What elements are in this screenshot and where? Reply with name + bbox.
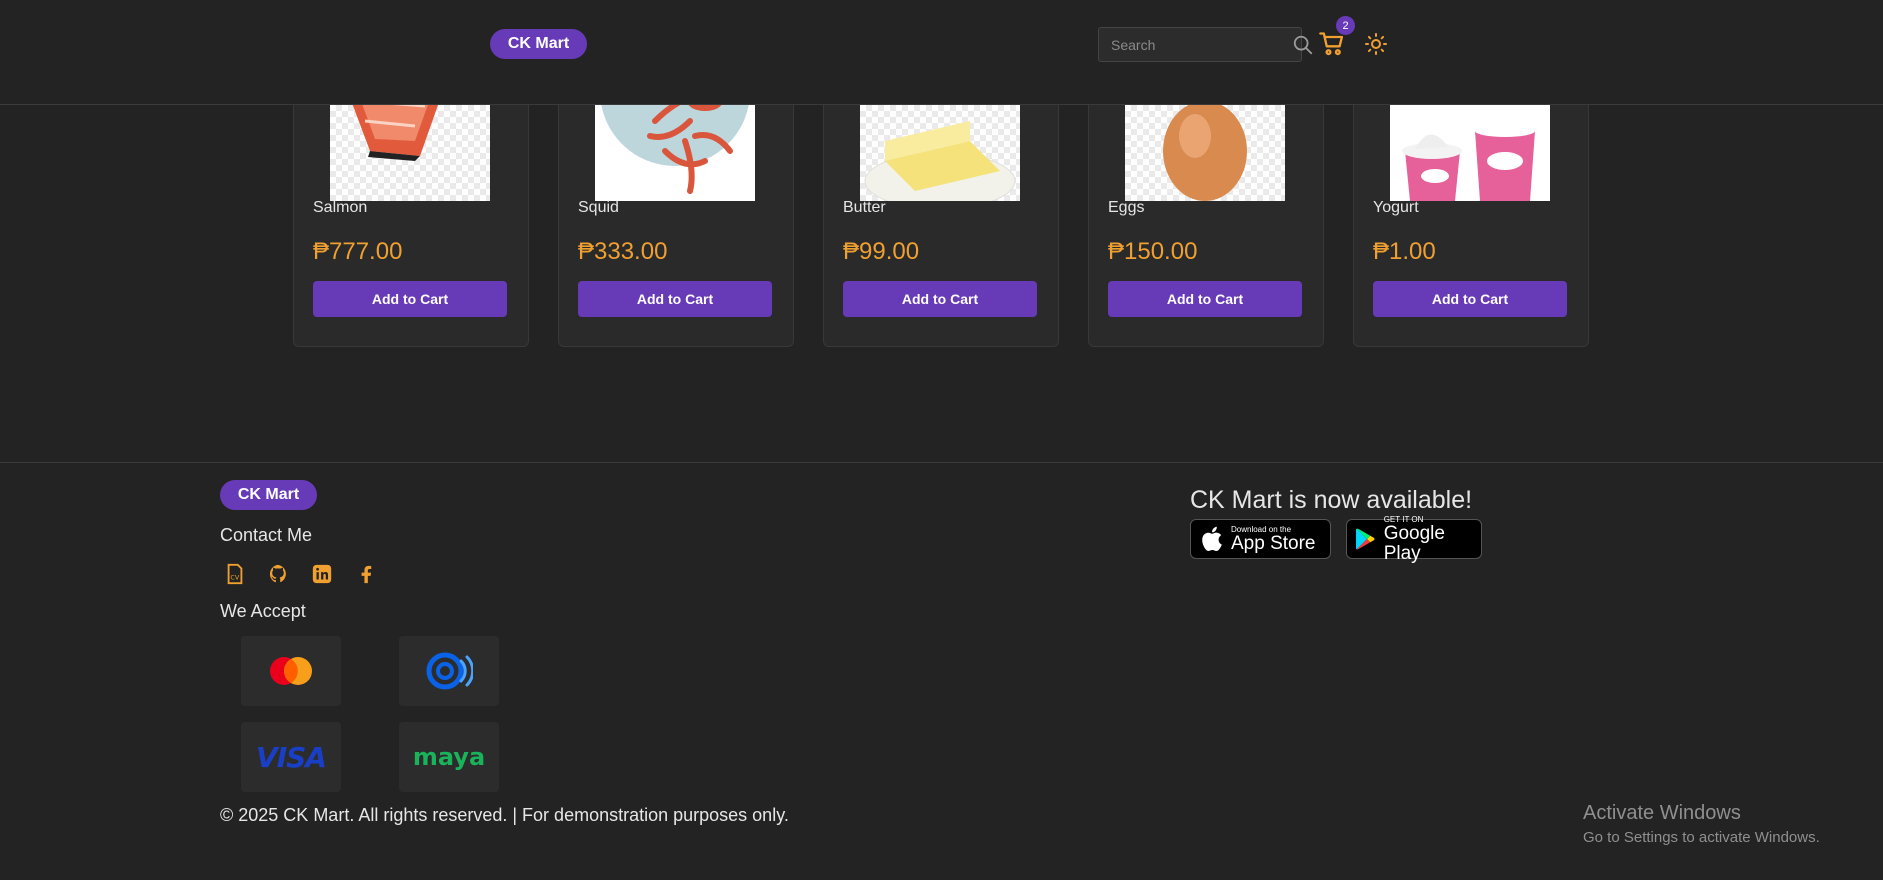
we-accept-heading: We Accept <box>220 601 306 621</box>
add-to-cart-button[interactable]: Add to Cart <box>843 281 1037 317</box>
search-icon[interactable] <box>1292 33 1314 57</box>
copyright-text: © 2025 CK Mart. All rights reserved. | F… <box>220 805 789 825</box>
svg-text:CV: CV <box>230 574 239 582</box>
maya-logo: maya <box>399 722 499 792</box>
add-to-cart-button[interactable]: Add to Cart <box>1373 281 1567 317</box>
contact-heading: Contact Me <box>220 525 313 545</box>
product-price: ₱99.00 <box>843 238 920 265</box>
linkedin-icon[interactable] <box>311 563 333 585</box>
footer-brand-logo[interactable]: CK Mart <box>220 480 317 510</box>
app-store-badge[interactable]: Download on the App Store <box>1190 519 1331 559</box>
product-price: ₱777.00 <box>313 238 403 265</box>
product-name: Salmon <box>313 199 368 216</box>
brand-logo[interactable]: CK Mart <box>490 29 587 59</box>
google-play-label: Google Play <box>1383 522 1445 564</box>
add-to-cart-button[interactable]: Add to Cart <box>1108 281 1302 317</box>
google-play-icon <box>1356 528 1375 550</box>
app-available-text: CK Mart is now available! <box>1190 486 1473 514</box>
facebook-icon[interactable] <box>355 563 377 585</box>
product-name: Butter <box>843 199 886 216</box>
product-name: Squid <box>578 199 619 216</box>
product-price: ₱1.00 <box>1373 238 1436 265</box>
footer-divider <box>0 462 1883 463</box>
visa-logo: VISA <box>241 722 341 792</box>
google-play-badge[interactable]: GET IT ON Google Play <box>1346 515 1482 563</box>
search-bar <box>1098 27 1313 62</box>
search-input[interactable] <box>1111 36 1292 53</box>
sun-icon <box>1365 33 1387 55</box>
github-icon[interactable] <box>267 563 289 585</box>
add-to-cart-button[interactable]: Add to Cart <box>313 281 507 317</box>
product-price: ₱333.00 <box>578 238 668 265</box>
gcash-logo <box>399 636 499 706</box>
product-price: ₱150.00 <box>1108 238 1198 265</box>
maya-wordmark: maya <box>412 743 486 771</box>
apple-icon <box>1202 526 1222 552</box>
product-name: Eggs <box>1108 199 1145 216</box>
app-store-label: App Store <box>1231 532 1316 554</box>
product-name: Yogurt <box>1373 199 1419 216</box>
mastercard-logo <box>241 636 341 706</box>
watermark-title: Activate Windows <box>1583 802 1741 824</box>
cart-button[interactable]: 2 <box>1318 16 1355 60</box>
watermark-subtitle: Go to Settings to activate Windows. <box>1583 829 1820 846</box>
add-to-cart-button[interactable]: Add to Cart <box>578 281 772 317</box>
top-navbar: CK Mart 2 <box>0 0 1883 105</box>
visa-wordmark: VISA <box>256 740 327 774</box>
cart-count-badge: 2 <box>1336 16 1355 35</box>
theme-toggle[interactable] <box>1364 32 1388 56</box>
windows-activation-watermark: Activate Windows Go to Settings to activ… <box>1583 802 1820 846</box>
cv-icon[interactable]: CV <box>224 563 246 585</box>
